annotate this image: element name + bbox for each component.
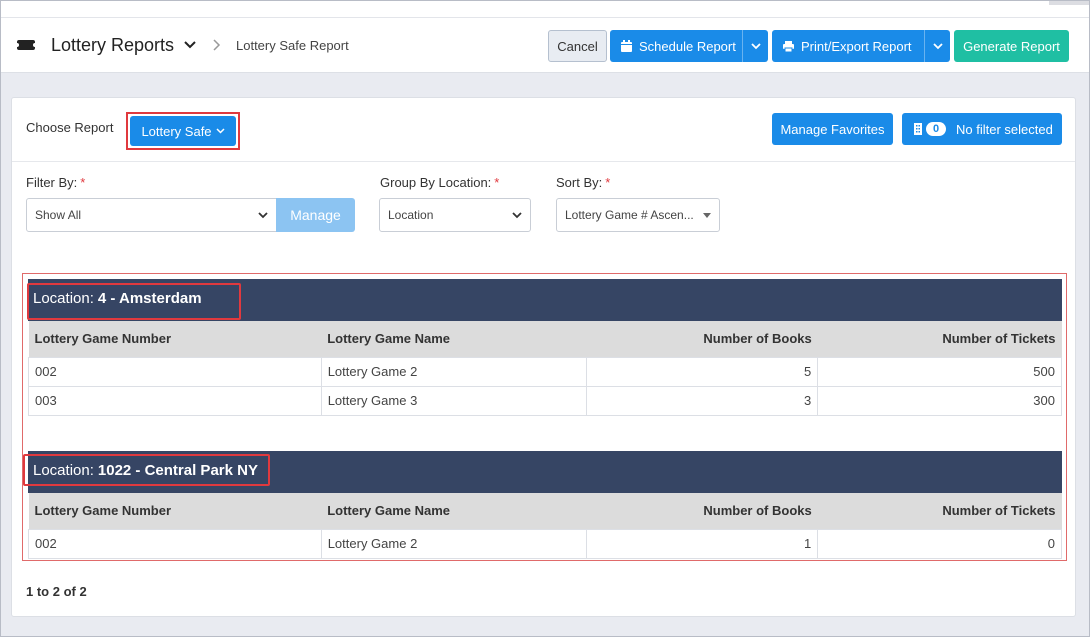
filter-icon <box>914 123 922 135</box>
game-number-cell: 003 <box>28 385 322 416</box>
cancel-button[interactable]: Cancel <box>548 30 607 62</box>
print-dropdown-toggle[interactable] <box>924 30 950 62</box>
filter-by-select[interactable]: Show All <box>26 198 277 232</box>
calendar-icon <box>621 39 632 52</box>
chevron-down-icon <box>932 43 943 50</box>
filter-by-label: Filter By: * <box>26 175 86 190</box>
chevron-down-icon <box>258 212 268 219</box>
print-export-button[interactable]: Print/Export Report <box>772 30 950 62</box>
results-area: Location: 4 - Amsterdam Lottery Game Numb… <box>22 273 1067 561</box>
chevron-right-icon <box>213 39 221 51</box>
table-row: 003 Lottery Game 3 3 300 <box>28 385 1062 416</box>
group-by-select[interactable]: Location <box>379 198 531 232</box>
results-table: Lottery Game Number Lottery Game Name Nu… <box>28 321 1062 416</box>
column-header[interactable]: Lottery Game Number <box>28 321 322 357</box>
group-by-value: Location <box>388 208 434 222</box>
tickets-cell: 500 <box>817 356 1062 387</box>
generate-report-button[interactable]: Generate Report <box>954 30 1069 62</box>
column-header[interactable]: Lottery Game Name <box>321 321 587 357</box>
chevron-down-icon <box>750 43 761 50</box>
manage-button[interactable]: Manage <box>276 198 355 232</box>
column-header[interactable]: Lottery Game Number <box>28 493 322 529</box>
sort-by-value: Lottery Game # Ascen... <box>565 208 694 222</box>
table-header-row: Lottery Game Number Lottery Game Name Nu… <box>28 321 1062 357</box>
location-header: Location: 1022 - Central Park NY <box>28 451 1062 493</box>
books-cell: 3 <box>586 385 819 416</box>
filter-count-badge: 0 <box>926 122 946 136</box>
game-number-cell: 002 <box>28 356 322 387</box>
sort-by-select[interactable]: Lottery Game # Ascen... <box>556 198 720 232</box>
divider <box>12 161 1075 162</box>
filter-status-label: No filter selected <box>956 121 1053 137</box>
location-label: Location: 1022 - Central Park NY <box>33 461 258 479</box>
top-bar: Lottery Reports Lottery Safe Report Canc… <box>1 1 1089 73</box>
location-label: Location: 4 - Amsterdam <box>33 289 202 307</box>
game-number-cell: 002 <box>28 528 322 559</box>
report-select-highlight: Lottery Safe <box>126 112 240 150</box>
game-name-cell: Lottery Game 2 <box>320 356 588 387</box>
schedule-dropdown-toggle[interactable] <box>742 30 768 62</box>
column-header[interactable]: Lottery Game Name <box>321 493 587 529</box>
column-header[interactable]: Number of Tickets <box>817 321 1062 357</box>
top-strip <box>1 1 1089 18</box>
table-row: 002 Lottery Game 2 1 0 <box>28 528 1062 559</box>
chevron-down-icon[interactable] <box>183 37 197 51</box>
results-table: Lottery Game Number Lottery Game Name Nu… <box>28 493 1062 559</box>
game-name-cell: Lottery Game 3 <box>320 385 588 416</box>
books-cell: 5 <box>586 356 819 387</box>
group-by-label: Group By Location: * <box>380 175 500 190</box>
filter-status-button[interactable]: 0 No filter selected <box>902 113 1062 145</box>
chevron-down-icon <box>512 212 522 219</box>
chevron-down-icon <box>216 128 225 134</box>
report-select-dropdown[interactable]: Lottery Safe <box>130 116 236 146</box>
pagination-status: 1 to 2 of 2 <box>26 584 87 599</box>
page-title: Lottery Reports <box>51 35 175 55</box>
location-header: Location: 4 - Amsterdam <box>28 279 1062 321</box>
sort-by-label: Sort By: * <box>556 175 611 190</box>
report-select-value: Lottery Safe <box>141 123 212 139</box>
filter-by-value: Show All <box>35 208 82 222</box>
column-header[interactable]: Number of Books <box>586 321 818 357</box>
table-row: 002 Lottery Game 2 5 500 <box>28 356 1062 387</box>
choose-report-label: Choose Report <box>26 120 114 135</box>
location-name: 4 - Amsterdam <box>97 289 202 307</box>
schedule-report-label: Schedule Report <box>639 38 736 54</box>
game-name-cell: Lottery Game 2 <box>320 528 588 559</box>
caret-down-icon <box>703 213 711 218</box>
report-card: Choose Report Lottery Safe Manage Favori… <box>11 97 1076 617</box>
schedule-report-button[interactable]: Schedule Report <box>610 30 768 62</box>
tickets-cell: 300 <box>817 385 1062 416</box>
breadcrumb-current: Lottery Safe Report <box>236 38 349 53</box>
column-header[interactable]: Number of Tickets <box>817 493 1062 529</box>
printer-icon <box>783 40 794 52</box>
print-export-label: Print/Export Report <box>801 38 912 54</box>
manage-favorites-button[interactable]: Manage Favorites <box>772 113 893 145</box>
ticket-icon <box>15 40 37 50</box>
column-header[interactable]: Number of Books <box>586 493 818 529</box>
books-cell: 1 <box>586 528 819 559</box>
location-name: 1022 - Central Park NY <box>97 461 258 479</box>
tickets-cell: 0 <box>817 528 1062 559</box>
table-header-row: Lottery Game Number Lottery Game Name Nu… <box>28 493 1062 529</box>
